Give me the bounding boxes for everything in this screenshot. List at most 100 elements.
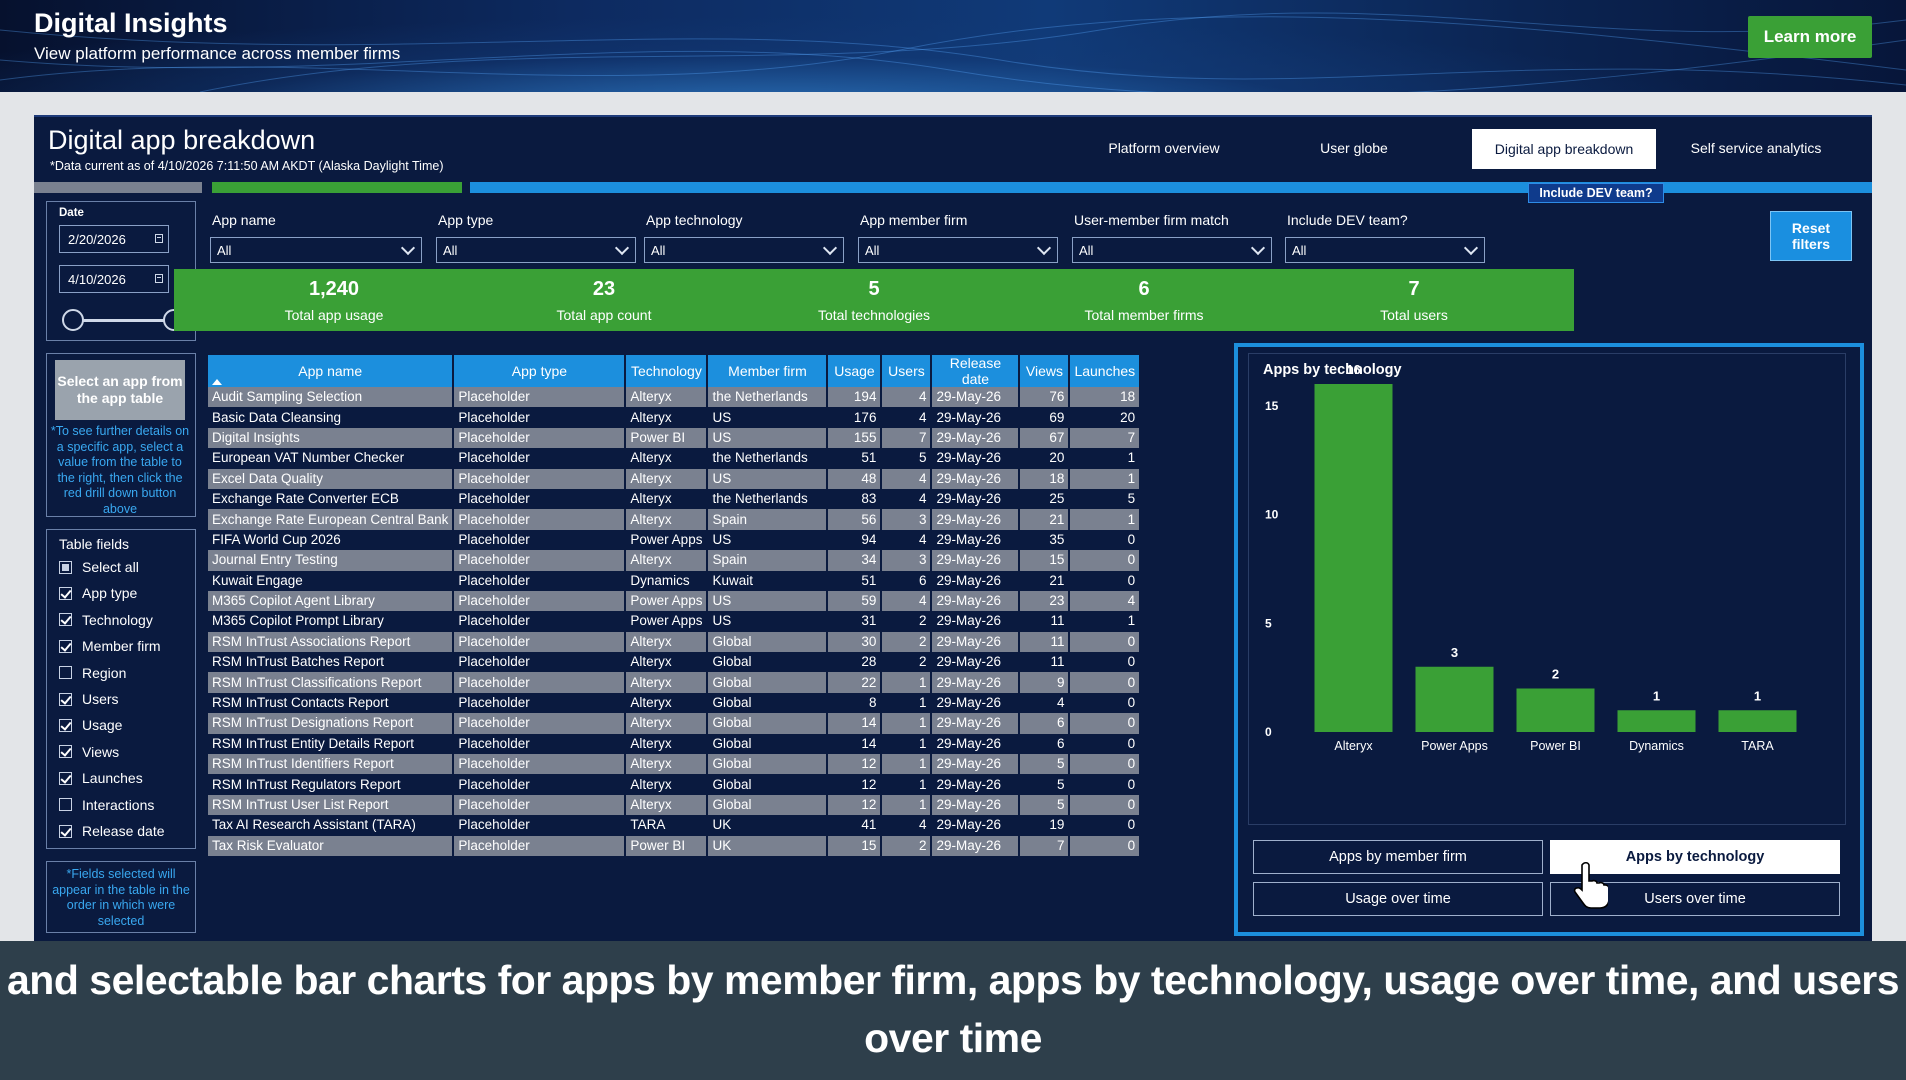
table-cell: Alteryx (625, 488, 709, 510)
filter-dropdown-app-name[interactable]: All (210, 237, 422, 263)
fields-order-note: *Fields selected will appear in the tabl… (52, 867, 190, 928)
checkbox[interactable] (59, 745, 72, 759)
table-row[interactable]: Tax Risk Evaluator Placeholder Power BI UK 1… (208, 835, 1142, 856)
chevron-down-icon[interactable] (1463, 240, 1479, 256)
tab-platform-overview[interactable]: Platform overview (1074, 128, 1254, 168)
table-row[interactable]: RSM InTrust User List Report Placeholder A… (208, 794, 1142, 816)
column-header-launches[interactable]: Launches (1069, 355, 1142, 387)
chevron-down-icon[interactable] (1036, 240, 1052, 256)
field-option-technology[interactable]: Technology (59, 610, 153, 630)
table-cell: Placeholder (453, 692, 627, 714)
checkbox[interactable] (59, 771, 72, 785)
table-row[interactable]: RSM InTrust Classifications Report Placeh… (208, 672, 1142, 693)
table-row[interactable]: FIFA World Cup 2026 Placeholder Power Apps… (208, 529, 1142, 551)
bar-power-apps[interactable] (1415, 666, 1494, 732)
field-option-views[interactable]: Views (59, 742, 119, 762)
table-row[interactable]: RSM InTrust Regulators Report Placeholder… (208, 774, 1142, 795)
table-cell: Placeholder (453, 488, 627, 510)
field-option-users[interactable]: Users (59, 689, 119, 709)
checkbox[interactable] (59, 692, 72, 706)
table-row[interactable]: RSM InTrust Entity Details Report Placeho… (208, 733, 1142, 755)
column-header-users[interactable]: Users (881, 355, 933, 387)
table-row[interactable]: RSM InTrust Identifiers Report Placeholde… (208, 754, 1142, 775)
checkbox[interactable] (59, 798, 72, 812)
bar-alteryx[interactable] (1314, 384, 1393, 732)
field-option-usage[interactable]: Usage (59, 715, 122, 735)
filter-dropdown-app-technology[interactable]: All (644, 237, 844, 263)
learn-more-button[interactable]: Learn more (1748, 16, 1872, 58)
bar-tara[interactable] (1718, 710, 1797, 732)
select-app-button[interactable]: Select an app from the app table (55, 360, 185, 420)
field-option-release-date[interactable]: Release date (59, 821, 165, 841)
filter-dropdown-app-member-firm[interactable]: All (858, 237, 1058, 263)
bar-power-bi[interactable] (1516, 688, 1595, 733)
table-row[interactable]: RSM InTrust Batches Report Placeholder Alt… (208, 652, 1142, 673)
table-row[interactable]: Excel Data Quality Placeholder Alteryx US 48… (208, 468, 1142, 489)
table-row[interactable]: Basic Data Cleansing Placeholder Alteryx US… (208, 407, 1142, 428)
table-fields-title: Table fields (59, 536, 130, 552)
field-option-member-firm[interactable]: Member firm (59, 636, 161, 656)
checkbox[interactable] (59, 560, 72, 574)
field-option-region[interactable]: Region (59, 663, 126, 683)
checkbox[interactable] (59, 666, 72, 680)
toggle-apps-by-member-firm[interactable]: Apps by member firm (1253, 840, 1543, 874)
field-option-interactions[interactable]: Interactions (59, 795, 154, 815)
table-row[interactable]: Kuwait Engage Placeholder Dynamics Kuwait 51… (208, 570, 1142, 591)
checkbox[interactable] (59, 718, 72, 732)
chevron-down-icon[interactable] (400, 240, 416, 256)
field-option-launches[interactable]: Launches (59, 768, 143, 788)
tab-self-service-analytics[interactable]: Self service analytics (1666, 128, 1846, 168)
tab-digital-app-breakdown[interactable]: Digital app breakdown (1471, 128, 1657, 170)
table-row[interactable]: Audit Sampling Selection Placeholder Alter… (208, 387, 1142, 408)
table-cell: 76 (1019, 387, 1071, 408)
column-header-release-date[interactable]: Release date (931, 355, 1021, 387)
checkbox[interactable] (59, 613, 72, 627)
table-row[interactable]: Tax AI Research Assistant (TARA) Placehol… (208, 815, 1142, 836)
filter-dropdown-include-dev-team[interactable]: All (1285, 237, 1485, 263)
progress-segment-green (212, 182, 462, 193)
table-cell: 1 (881, 713, 933, 734)
table-row[interactable]: Journal Entry Testing Placeholder Alteryx S… (208, 550, 1142, 571)
table-cell: 67 (1019, 427, 1071, 449)
table-row[interactable]: European VAT Number Checker Placeholder Al… (208, 448, 1142, 469)
fields-note-box: *Fields selected will appear in the tabl… (46, 861, 196, 933)
checkbox[interactable] (59, 824, 72, 838)
table-row[interactable]: M365 Copilot Prompt Library Placeholder Po… (208, 611, 1142, 632)
table-row[interactable]: M365 Copilot Agent Library Placeholder Pow… (208, 590, 1142, 612)
field-option-select-all[interactable]: Select all (59, 557, 139, 577)
bar-dynamics[interactable] (1617, 710, 1696, 732)
table-cell: Alteryx (625, 713, 709, 734)
checkbox[interactable] (59, 586, 72, 600)
date-range-slider-track[interactable] (71, 319, 171, 322)
sort-ascending-icon[interactable] (212, 379, 222, 385)
table-row[interactable]: RSM InTrust Designations Report Placehold… (208, 713, 1142, 734)
field-option-app-type[interactable]: App type (59, 583, 137, 603)
table-row[interactable]: RSM InTrust Associations Report Placehold… (208, 631, 1142, 653)
column-header-app-name[interactable]: App name (208, 355, 455, 387)
table-row[interactable]: Exchange Rate Converter ECB Placeholder Al… (208, 488, 1142, 510)
reset-filters-button[interactable]: Reset filters (1770, 211, 1852, 261)
calendar-icon[interactable] (155, 234, 163, 243)
data-label: 3 (1451, 645, 1458, 660)
start-date-input[interactable]: 2/20/2026 (59, 225, 169, 253)
calendar-icon[interactable] (155, 274, 163, 283)
chevron-down-icon[interactable] (1250, 240, 1266, 256)
table-row[interactable]: Exchange Rate European Central Bank Place… (208, 509, 1142, 530)
filter-dropdown-app-type[interactable]: All (436, 237, 636, 263)
table-row[interactable]: RSM InTrust Contacts Report Placeholder Al… (208, 692, 1142, 714)
checkbox[interactable] (59, 639, 72, 653)
column-header-usage[interactable]: Usage (827, 355, 883, 387)
table-cell: 0 (1069, 529, 1142, 551)
chevron-down-icon[interactable] (614, 240, 630, 256)
column-header-member-firm[interactable]: Member firm (707, 355, 829, 387)
column-header-views[interactable]: Views (1019, 355, 1071, 387)
table-row[interactable]: Digital Insights Placeholder Power BI US 155… (208, 427, 1142, 449)
end-date-input[interactable]: 4/10/2026 (59, 265, 169, 293)
column-header-app-type[interactable]: App type (453, 355, 627, 387)
chevron-down-icon[interactable] (822, 240, 838, 256)
filter-dropdown-user-member-firm-match[interactable]: All (1072, 237, 1272, 263)
column-header-technology[interactable]: Technology (625, 355, 709, 387)
toggle-usage-over-time[interactable]: Usage over time (1253, 882, 1543, 916)
tab-user-globe[interactable]: User globe (1274, 128, 1434, 168)
date-range-start-handle[interactable] (62, 309, 84, 331)
